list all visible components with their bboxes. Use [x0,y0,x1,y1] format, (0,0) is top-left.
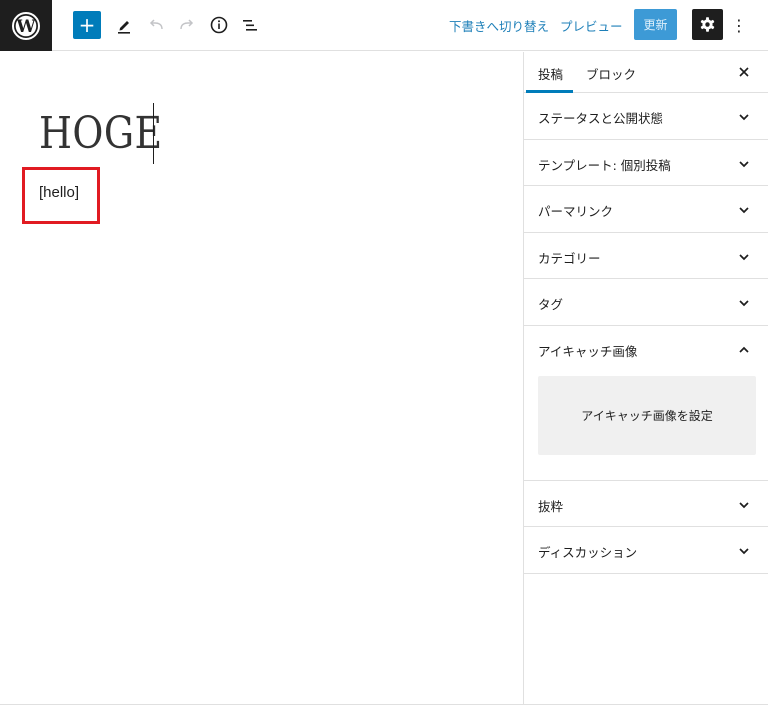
panel-label: ディスカッション [538,545,638,560]
redo-icon [180,19,194,30]
sidebar-tabs: 投稿 ブロック [524,52,768,93]
details-button[interactable] [205,10,233,40]
panel-label: タグ [538,297,564,312]
tab-block[interactable]: ブロック [586,64,636,83]
panel-label: 抜粋 [538,498,564,514]
panel-label: カテゴリー [538,250,601,266]
redo-button[interactable] [173,10,201,40]
switch-to-draft-button[interactable]: 下書きへ切り替え [449,10,549,40]
panel-label: テンプレート: 個別投稿 [538,157,671,173]
chevron-down-icon [739,300,749,307]
panel-label: ステータスと公開状態 [538,111,664,126]
panel-permalink[interactable]: パーマリンク [524,186,768,233]
svg-text:W: W [15,17,36,37]
wordpress-logo-button[interactable]: W [0,0,52,51]
options-button[interactable]: ⋮ [729,10,749,40]
panel-categories[interactable]: カテゴリー [524,233,768,279]
shortcode-paragraph[interactable]: [hello] [39,184,79,201]
panel-label: アイキャッチ画像 [538,343,638,359]
settings-sidebar: 投稿 ブロック ステータスと公開状態 テンプレート: 個別投稿 パーマリンク カ… [523,52,768,704]
settings-button[interactable] [692,9,723,40]
chevron-down-icon [739,548,749,555]
panel-tags[interactable]: タグ [524,279,768,326]
wordpress-logo-icon: W [12,11,40,40]
plus-icon: + [78,13,96,37]
undo-button[interactable] [142,10,170,40]
update-button[interactable]: 更新 [634,9,677,40]
editor-canvas: HOGE [hello] [0,52,523,704]
chevron-down-icon [739,114,749,121]
panel-status-visibility[interactable]: ステータスと公開状態 [524,93,768,140]
bottom-divider [0,704,768,705]
panel-discussion[interactable]: ディスカッション [524,527,768,574]
text-caret [153,103,154,164]
tab-post[interactable]: 投稿 [538,64,563,83]
add-block-button[interactable]: + [73,11,101,39]
post-title[interactable]: HOGE [39,108,163,159]
gear-icon [700,17,715,32]
list-view-button[interactable] [236,10,264,40]
undo-icon [149,19,163,30]
set-featured-image-button[interactable]: アイキャッチ画像を設定 [538,375,756,455]
chevron-down-icon [739,160,749,167]
chevron-down-icon [739,207,749,214]
close-icon[interactable] [737,65,751,79]
panel-excerpt[interactable]: 抜粋 [524,481,768,527]
panel-label: パーマリンク [538,204,614,219]
more-vertical-icon: ⋮ [731,15,747,35]
panel-template[interactable]: テンプレート: 個別投稿 [524,140,768,186]
chevron-up-icon [739,346,749,353]
chevron-down-icon [739,253,749,260]
chevron-down-icon [739,501,749,508]
preview-button[interactable]: プレビュー [560,10,623,40]
editor-toolbar: W + 下書きへ切り替え プレビュー 更新 ⋮ [0,0,768,51]
info-icon [210,16,228,34]
list-view-icon [243,20,257,31]
panel-featured-image[interactable]: アイキャッチ画像 アイキャッチ画像を設定 [524,326,768,481]
pencil-icon [118,21,130,34]
tools-button[interactable] [110,10,138,40]
